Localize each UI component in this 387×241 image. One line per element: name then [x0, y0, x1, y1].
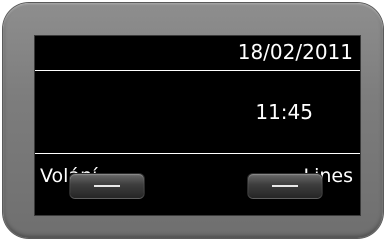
bottom-divider: [35, 153, 360, 154]
left-softkey-button[interactable]: [70, 174, 144, 198]
phone-bezel: 18/02/2011 11:45 Volání Lines: [3, 3, 383, 238]
dash-icon: [94, 185, 120, 187]
dash-icon: [272, 185, 298, 187]
date-display: 18/02/2011: [237, 40, 353, 64]
top-divider: [35, 70, 360, 71]
time-display: 11:45: [255, 100, 313, 124]
right-softkey-button[interactable]: [248, 174, 322, 198]
